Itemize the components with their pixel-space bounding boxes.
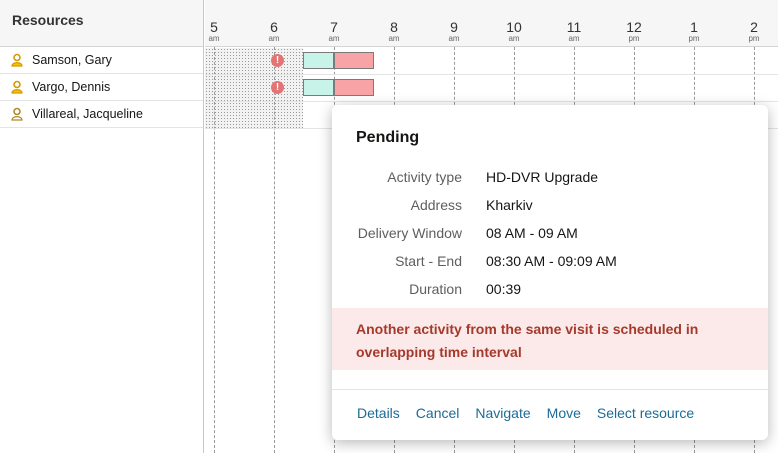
detail-row: Delivery Window 08 AM - 09 AM bbox=[332, 219, 768, 247]
time-tick: 10 am bbox=[506, 19, 522, 43]
detail-value: 08:30 AM - 09:09 AM bbox=[486, 253, 617, 269]
row-divider bbox=[205, 101, 778, 102]
time-tick: 6 am bbox=[268, 19, 280, 43]
detail-label: Delivery Window bbox=[357, 225, 462, 241]
popup-divider bbox=[332, 389, 768, 390]
resource-name: Villareal, Jacqueline bbox=[32, 107, 143, 121]
user-icon bbox=[10, 80, 24, 94]
detail-label: Activity type bbox=[387, 169, 462, 185]
resource-name: Samson, Gary bbox=[32, 53, 112, 67]
detail-row: Duration 00:39 bbox=[332, 275, 768, 303]
time-tick: 9 am bbox=[448, 19, 460, 43]
time-tick: 5 am bbox=[208, 19, 220, 43]
popup-title: Pending bbox=[356, 129, 420, 146]
resource-row-samson[interactable]: Samson, Gary bbox=[0, 47, 203, 74]
off-hours-block bbox=[205, 102, 303, 129]
time-tick: 1 pm bbox=[688, 19, 700, 43]
time-tick: 11 am bbox=[566, 19, 582, 43]
detail-value: 00:39 bbox=[486, 281, 522, 297]
alert-text-line: Another activity from the same visit is … bbox=[356, 321, 699, 337]
hour-gridline bbox=[274, 47, 275, 453]
detail-row: Address Kharkiv bbox=[332, 191, 768, 219]
warning-icon[interactable]: ! bbox=[271, 81, 284, 94]
popup-actions: Details Cancel Navigate Move Select reso… bbox=[357, 405, 694, 421]
travel-segment[interactable] bbox=[303, 52, 334, 69]
select-resource-link[interactable]: Select resource bbox=[597, 405, 694, 421]
time-tick: 8 am bbox=[388, 19, 400, 43]
activity-popup: Pending Activity type HD-DVR Upgrade Add… bbox=[332, 105, 768, 440]
detail-row: Activity type HD-DVR Upgrade bbox=[332, 163, 768, 191]
time-tick: 7 am bbox=[328, 19, 340, 43]
time-tick: 2 pm bbox=[748, 19, 760, 43]
detail-value: Kharkiv bbox=[486, 197, 533, 213]
time-tick: 12 pm bbox=[626, 19, 642, 43]
resource-row-villareal[interactable]: Villareal, Jacqueline bbox=[0, 101, 203, 128]
detail-label: Address bbox=[410, 197, 462, 213]
time-scale-header: 5 am 6 am 7 am 8 am 9 am 10 am 11 am 12 pm 1 pm 2… bbox=[205, 0, 778, 47]
alert-text-line: overlapping time interval bbox=[356, 344, 522, 360]
popup-details: Activity type HD-DVR Upgrade Address Kha… bbox=[332, 163, 768, 303]
row-divider bbox=[205, 74, 778, 75]
detail-value: HD-DVR Upgrade bbox=[486, 169, 599, 185]
off-hours-block bbox=[205, 75, 303, 102]
move-link[interactable]: Move bbox=[547, 405, 581, 421]
pending-activity[interactable] bbox=[334, 79, 374, 96]
off-hours-block bbox=[205, 48, 303, 75]
resource-name: Vargo, Dennis bbox=[32, 80, 111, 94]
overlap-alert: Another activity from the same visit is … bbox=[332, 308, 768, 370]
resource-row-vargo[interactable]: Vargo, Dennis bbox=[0, 74, 203, 101]
pending-activity[interactable] bbox=[334, 52, 374, 69]
warning-icon[interactable]: ! bbox=[271, 54, 284, 67]
details-link[interactable]: Details bbox=[357, 405, 400, 421]
detail-value: 08 AM - 09 AM bbox=[486, 225, 578, 241]
navigate-link[interactable]: Navigate bbox=[475, 405, 530, 421]
travel-segment[interactable] bbox=[303, 79, 334, 96]
user-icon bbox=[10, 53, 24, 67]
hour-gridline bbox=[214, 47, 215, 453]
cancel-link[interactable]: Cancel bbox=[416, 405, 460, 421]
detail-label: Start - End bbox=[395, 253, 462, 269]
detail-row: Start - End 08:30 AM - 09:09 AM bbox=[332, 247, 768, 275]
resources-header: Resources bbox=[0, 0, 203, 47]
user-icon bbox=[10, 107, 24, 121]
resources-panel: Resources Samson, Gary Vargo, Dennis Vil… bbox=[0, 0, 204, 453]
detail-label: Duration bbox=[409, 281, 462, 297]
